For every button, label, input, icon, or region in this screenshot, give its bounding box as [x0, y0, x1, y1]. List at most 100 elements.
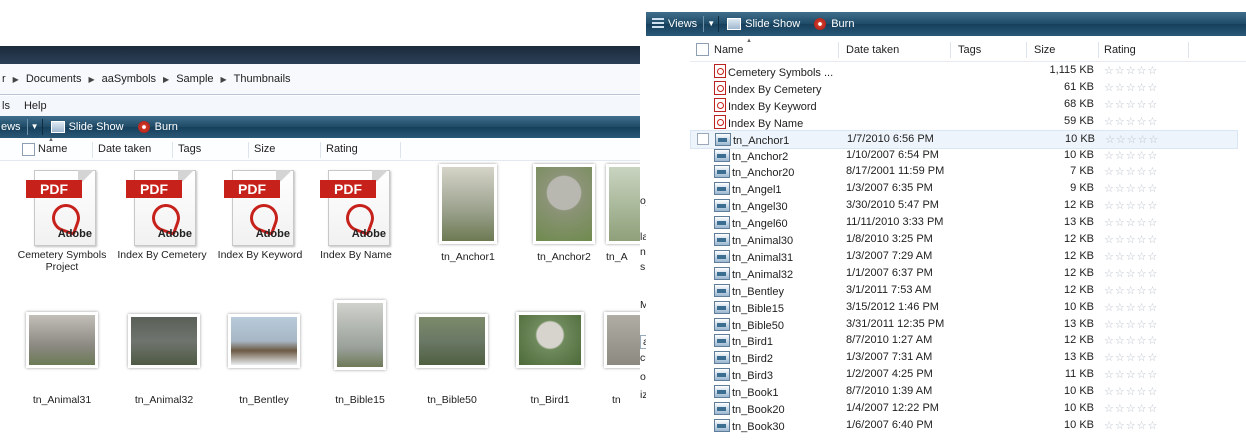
column-divider[interactable]	[1188, 42, 1189, 58]
column-rating[interactable]: Rating	[326, 143, 358, 155]
breadcrumb-item[interactable]: r	[2, 73, 6, 85]
column-date-taken[interactable]: Date taken	[98, 143, 151, 155]
file-row[interactable]: Index By Name 59 KB ☆☆☆☆☆	[690, 113, 1236, 130]
column-divider[interactable]	[92, 142, 93, 158]
burn-button[interactable]: Burn	[137, 121, 178, 133]
column-tags[interactable]: Tags	[178, 143, 201, 155]
file-name-cell[interactable]: tn_Book20	[714, 402, 785, 416]
file-tile-index-by-keyword[interactable]: PDF Adobe Index By Keyword	[212, 168, 308, 261]
file-tile-index-by-name[interactable]: PDF Adobe Index By Name	[308, 168, 404, 261]
rating-stars-icon[interactable]: ☆☆☆☆☆	[1104, 81, 1158, 94]
file-name-cell[interactable]: Index By Cemetery	[714, 80, 822, 96]
breadcrumb-item[interactable]: aaSymbols	[102, 73, 156, 85]
breadcrumb-item[interactable]: Documents	[26, 73, 82, 85]
file-name-cell[interactable]: tn_Anchor1	[715, 132, 789, 147]
file-row[interactable]: tn_Animal32 1/1/2007 6:37 PM 12 KB ☆☆☆☆☆	[690, 265, 1236, 282]
slideshow-button[interactable]: Slide Show	[727, 18, 800, 30]
rating-stars-icon[interactable]: ☆☆☆☆☆	[1104, 419, 1158, 432]
rating-stars-icon[interactable]: ☆☆☆☆☆	[1104, 199, 1158, 212]
file-name-cell[interactable]: tn_Book1	[714, 385, 778, 399]
file-name-cell[interactable]: Index By Keyword	[714, 97, 817, 113]
rating-stars-icon[interactable]: ☆☆☆☆☆	[1104, 98, 1158, 111]
rating-stars-icon[interactable]: ☆☆☆☆☆	[1104, 334, 1158, 347]
menu-tools[interactable]: ls	[2, 100, 10, 112]
file-row[interactable]: tn_Angel60 11/11/2010 3:33 PM 13 KB ☆☆☆☆☆	[690, 214, 1236, 231]
file-name-cell[interactable]: tn_Animal30	[714, 233, 793, 247]
file-name-cell[interactable]: tn_Bible50	[714, 317, 784, 332]
rating-stars-icon[interactable]: ☆☆☆☆☆	[1104, 165, 1158, 178]
file-row[interactable]: tn_Bird3 1/2/2007 4:25 PM 11 KB ☆☆☆☆☆	[690, 366, 1236, 383]
views-dropdown-icon[interactable]: ▼	[26, 119, 43, 135]
column-divider[interactable]	[172, 142, 173, 158]
breadcrumb-item[interactable]: Thumbnails	[234, 73, 291, 85]
file-row[interactable]: tn_Bird2 1/3/2007 7:31 AM 13 KB ☆☆☆☆☆	[690, 349, 1236, 366]
file-row[interactable]: tn_Animal31 1/3/2007 7:29 AM 12 KB ☆☆☆☆☆	[690, 248, 1236, 265]
file-row[interactable]: tn_Anchor20 8/17/2001 11:59 PM 7 KB ☆☆☆☆☆	[690, 163, 1236, 180]
file-row[interactable]: tn_Anchor2 1/10/2007 6:54 PM 10 KB ☆☆☆☆☆	[690, 147, 1236, 164]
views-dropdown-icon[interactable]: ▼	[703, 16, 720, 32]
menu-help[interactable]: Help	[24, 100, 47, 112]
file-tile-tn-bentley[interactable]: tn_Bentley	[216, 314, 312, 406]
file-name-cell[interactable]: tn_Anchor20	[714, 165, 794, 179]
file-tile-tn-bird1[interactable]: tn_Bird1	[502, 312, 598, 406]
file-tile-index-by-cemetery[interactable]: PDF Adobe Index By Cemetery	[114, 168, 210, 261]
column-rating[interactable]: Rating	[1104, 44, 1136, 56]
file-name-cell[interactable]: tn_Bird3	[714, 368, 773, 382]
file-name-cell[interactable]: tn_Book30	[714, 418, 785, 433]
file-tile-tn-animal32[interactable]: tn_Animal32	[116, 314, 212, 406]
file-name-cell[interactable]: Index By Name	[714, 114, 803, 130]
rating-stars-icon[interactable]: ☆☆☆☆☆	[1104, 250, 1158, 263]
rating-stars-icon[interactable]: ☆☆☆☆☆	[1104, 233, 1158, 246]
file-tile-tn-bible50[interactable]: tn_Bible50	[404, 314, 500, 406]
rating-stars-icon[interactable]: ☆☆☆☆☆	[1104, 216, 1158, 229]
file-name-cell[interactable]: tn_Anchor2	[714, 148, 788, 163]
rating-stars-icon[interactable]: ☆☆☆☆☆	[1104, 368, 1158, 381]
burn-button[interactable]: Burn	[814, 18, 854, 30]
column-size[interactable]: Size	[254, 143, 275, 155]
column-divider[interactable]	[950, 42, 951, 58]
file-tile-tn-a[interactable]: tn_A	[606, 164, 640, 263]
select-all-checkbox[interactable]	[696, 43, 709, 56]
file-tile-tn-bible15[interactable]: tn_Bible15	[312, 300, 408, 406]
rating-stars-icon[interactable]: ☆☆☆☆☆	[1104, 149, 1158, 162]
column-name[interactable]: ▲ Name	[714, 38, 752, 56]
file-name-cell[interactable]: tn_Bird1	[714, 334, 773, 348]
file-name-cell[interactable]: tn_Angel30	[714, 199, 788, 213]
column-tags[interactable]: Tags	[958, 44, 981, 56]
file-row[interactable]: tn_Bible50 3/31/2011 12:35 PM 13 KB ☆☆☆☆☆	[690, 316, 1236, 333]
rating-stars-icon[interactable]: ☆☆☆☆☆	[1104, 402, 1158, 415]
file-tile-tn-anchor1[interactable]: tn_Anchor1	[420, 164, 516, 263]
file-name-cell[interactable]: tn_Animal32	[714, 266, 793, 281]
file-row[interactable]: tn_Bible15 3/15/2012 1:46 PM 10 KB ☆☆☆☆☆	[690, 299, 1236, 316]
file-tile-tn-animal31[interactable]: tn_Animal31	[14, 312, 110, 406]
rating-stars-icon[interactable]: ☆☆☆☆☆	[1104, 115, 1158, 128]
column-size[interactable]: Size	[1034, 44, 1055, 56]
rating-stars-icon[interactable]: ☆☆☆☆☆	[1104, 284, 1158, 297]
file-row[interactable]: tn_Book30 1/6/2007 6:40 PM 10 KB ☆☆☆☆☆	[690, 417, 1236, 434]
file-row[interactable]: Index By Cemetery 61 KB ☆☆☆☆☆	[690, 79, 1236, 96]
file-row[interactable]: tn_Bentley 3/1/2011 7:53 AM 12 KB ☆☆☆☆☆	[690, 282, 1236, 299]
views-button[interactable]: ews	[1, 121, 21, 133]
breadcrumb-item[interactable]: Sample	[176, 73, 213, 85]
file-tile-tn-partial[interactable]: tn	[604, 312, 640, 406]
file-name-cell[interactable]: tn_Angel1	[714, 182, 782, 196]
file-name-cell[interactable]: Cemetery Symbols ...	[714, 64, 833, 79]
file-row[interactable]: tn_Book20 1/4/2007 12:22 PM 10 KB ☆☆☆☆☆	[690, 400, 1236, 417]
file-row[interactable]: tn_Angel1 1/3/2007 6:35 PM 9 KB ☆☆☆☆☆	[690, 180, 1236, 197]
slideshow-button[interactable]: Slide Show	[50, 121, 124, 133]
file-name-cell[interactable]: tn_Bible15	[714, 300, 784, 315]
file-row[interactable]: tn_Animal30 1/8/2010 3:25 PM 12 KB ☆☆☆☆☆	[690, 231, 1236, 248]
rating-stars-icon[interactable]: ☆☆☆☆☆	[1104, 301, 1158, 314]
rating-stars-icon[interactable]: ☆☆☆☆☆	[1104, 351, 1158, 364]
column-divider[interactable]	[1026, 42, 1027, 58]
file-name-cell[interactable]: tn_Angel60	[714, 216, 788, 230]
file-row[interactable]: tn_Angel30 3/30/2010 5:47 PM 12 KB ☆☆☆☆☆	[690, 197, 1236, 214]
file-row[interactable]: tn_Bird1 8/7/2010 1:27 AM 12 KB ☆☆☆☆☆	[690, 332, 1236, 349]
rating-stars-icon[interactable]: ☆☆☆☆☆	[1104, 182, 1158, 195]
rating-stars-icon[interactable]: ☆☆☆☆☆	[1104, 267, 1158, 280]
file-name-cell[interactable]: tn_Bentley	[714, 283, 784, 298]
rating-stars-icon[interactable]: ☆☆☆☆☆	[1105, 133, 1159, 146]
column-date-taken[interactable]: Date taken	[846, 44, 899, 56]
column-name[interactable]: ▲ Name	[38, 137, 67, 155]
rating-stars-icon[interactable]: ☆☆☆☆☆	[1104, 385, 1158, 398]
